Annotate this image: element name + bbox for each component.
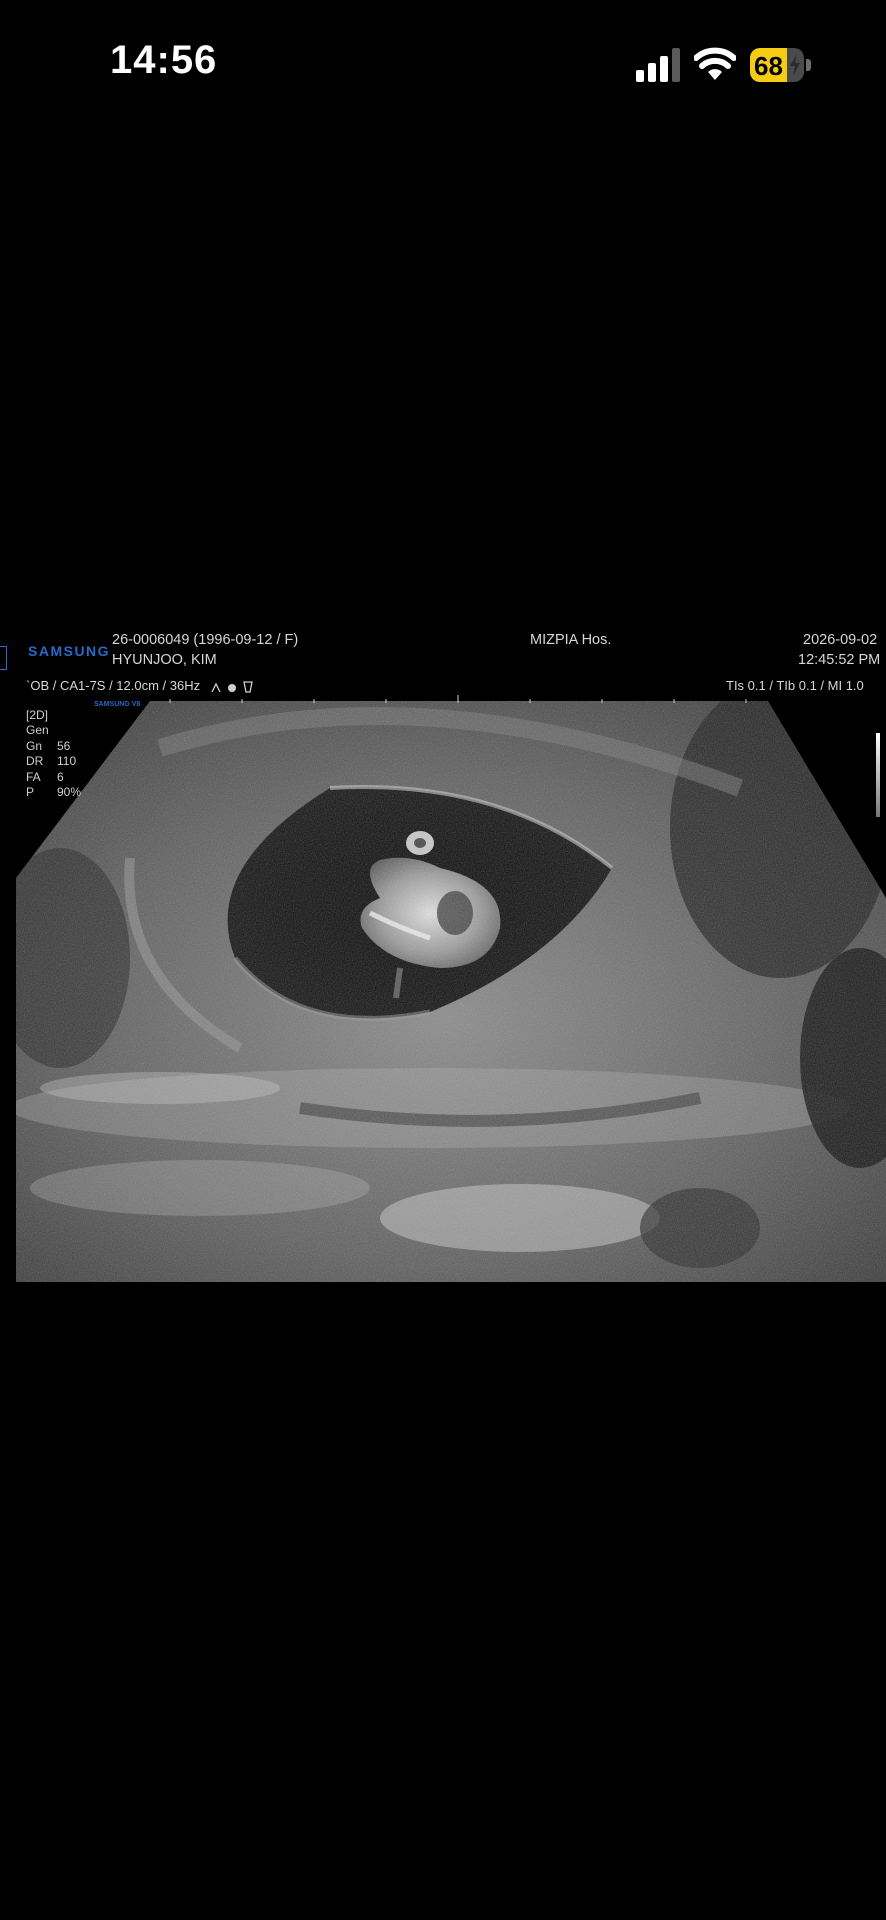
sonogram-scan xyxy=(16,695,886,1282)
cellular-signal-icon xyxy=(636,48,680,82)
samsung-logo: SAMSUNG xyxy=(28,643,111,659)
wifi-icon xyxy=(694,47,736,80)
param-row: P 90% xyxy=(26,785,82,800)
param-row: Gn 56 xyxy=(26,738,71,753)
thermal-index: TIs 0.1 / TIb 0.1 / MI 1.0 xyxy=(726,678,864,693)
imaging-parameters: [2D] Gen Gn 56 DR 110 FA 6 P 90% xyxy=(26,708,81,800)
patient-id: 26-0006049 (1996-09-12 / F) xyxy=(112,632,299,648)
battery-cap xyxy=(806,59,811,71)
param-row: FA 6 xyxy=(26,769,64,784)
samsung-v8-logo: SAMSUNG V8 xyxy=(94,701,141,708)
ultrasound-image: SAMSUNG 26-0006049 (1996-09-12 / F) HYUN… xyxy=(0,628,886,1282)
imaging-mode: [2D] xyxy=(26,708,49,722)
grayscale-bar xyxy=(876,733,880,817)
battery-body: 68 xyxy=(750,48,804,82)
probe-info: `OB / CA1-7S / 12.0cm / 36Hz xyxy=(26,678,201,693)
left-edge-marker xyxy=(0,646,7,670)
status-time: 14:56 xyxy=(110,38,218,82)
bolt-icon xyxy=(790,54,800,76)
battery-percent: 68 xyxy=(754,51,783,81)
param-row: Gen xyxy=(26,723,49,738)
probe-status-icons xyxy=(211,681,253,693)
patient-name: HYUNJOO, KIM xyxy=(112,652,217,668)
exam-time: 12:45:52 PM xyxy=(798,652,881,668)
hospital-name: MIZPIA Hos. xyxy=(530,632,612,648)
exam-date: 2026-09-02 xyxy=(803,632,878,648)
battery-charging-icon: 68 xyxy=(750,48,812,82)
status-bar: 14:56 68 xyxy=(0,0,886,130)
param-row: DR 110 xyxy=(26,754,77,769)
